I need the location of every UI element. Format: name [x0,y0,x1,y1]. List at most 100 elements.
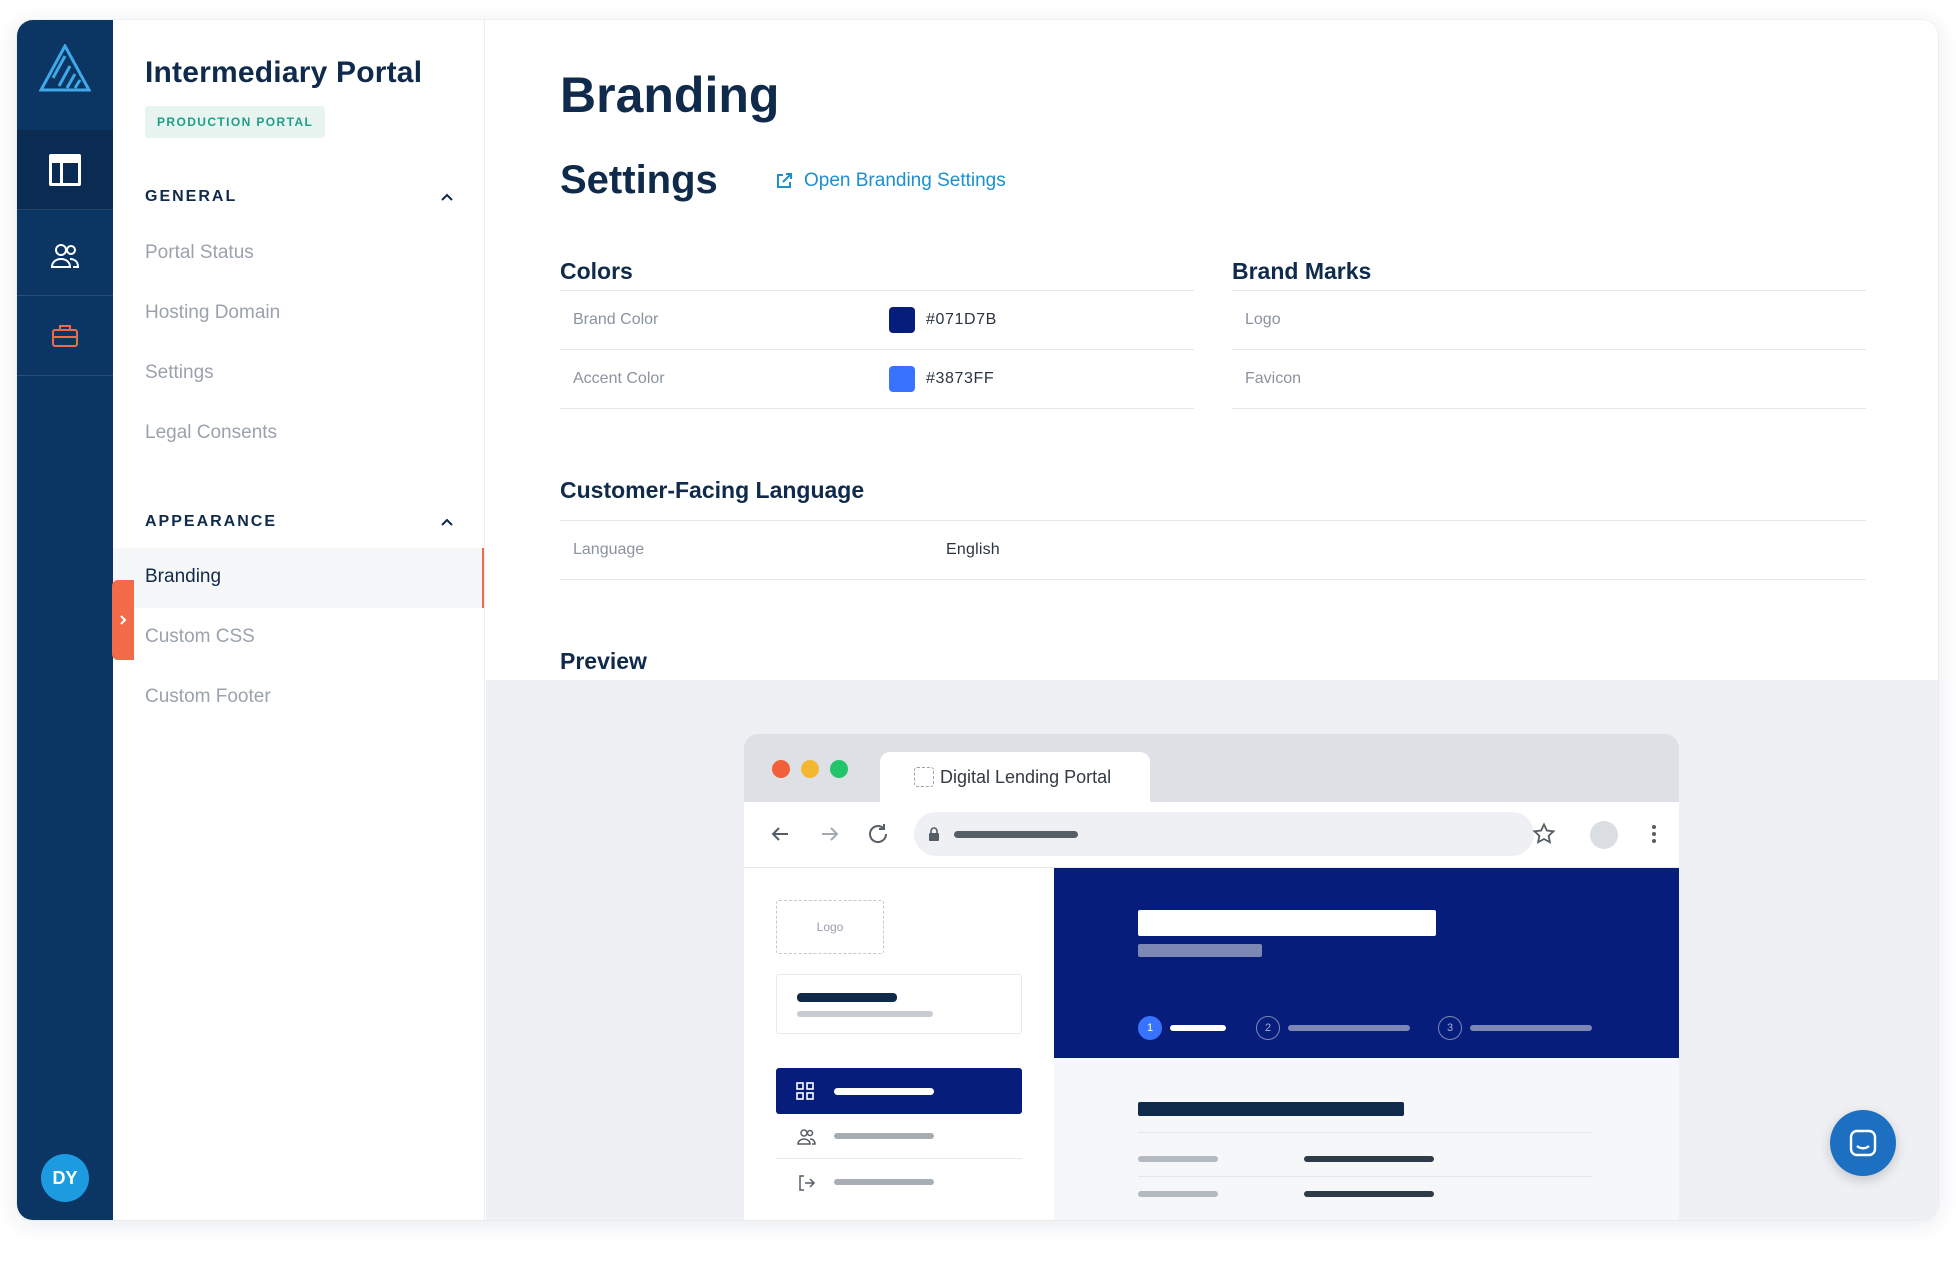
preview-nav-item [776,1114,1022,1159]
browser-mockup: Digital Lending Portal Logo 1 2 3 [744,734,1679,1220]
sidebar-collapse-toggle[interactable] [112,580,134,660]
table-row: Logo [1232,291,1866,350]
browser-tab-title: Digital Lending Portal [940,766,1112,787]
placeholder-bar [834,1088,934,1095]
chevron-up-icon [441,193,453,201]
briefcase-icon [52,324,78,347]
page-title: Branding [560,67,780,123]
logo-label: Logo [1245,311,1281,328]
placeholder-bar [834,1179,934,1185]
users-icon [797,1129,816,1145]
brand-color-hex: #071D7B [926,311,997,328]
preview-sidebar: Logo [744,868,1054,1220]
brand-marks-table: Logo Favicon [1232,290,1866,409]
rail-item-users[interactable] [17,216,113,296]
back-arrow-icon [771,827,788,841]
placeholder-bar [1138,1156,1218,1162]
language-label: Language [573,541,645,558]
brand-color-value[interactable]: #071D7B [889,307,997,333]
sidebar-item-custom-css[interactable]: Custom CSS [145,626,255,648]
forward-arrow-icon [822,827,839,841]
accent-color-label: Accent Color [573,370,665,387]
chat-button[interactable] [1830,1110,1896,1176]
rail-item-layout[interactable] [17,130,113,210]
placeholder-bar [797,1011,933,1017]
lock-icon [929,827,939,841]
grid-icon [796,1082,814,1100]
star-icon [1532,822,1556,845]
placeholder-bar [1138,1191,1218,1197]
section-general-header[interactable]: GENERAL [145,188,455,206]
settings-heading: Settings [560,158,718,202]
brand-marks-heading: Brand Marks [1232,258,1372,284]
language-heading: Customer-Facing Language [560,477,865,503]
language-value[interactable]: English [946,541,1000,559]
sidebar-item-branding[interactable]: Branding [145,566,221,588]
logo-icon[interactable] [38,42,92,94]
accent-color-value[interactable]: #3873FF [889,366,994,392]
preview-hero: 1 2 3 [1054,868,1679,1058]
colors-heading: Colors [560,258,633,284]
preview-card [776,974,1022,1034]
placeholder-bar [1170,1025,1226,1031]
colors-table: Brand Color #071D7B Accent Color #3873FF [560,290,1194,409]
accent-color-hex: #3873FF [926,370,995,387]
preview-nav-item [776,1160,1022,1205]
sidebar-item-legal-consents[interactable]: Legal Consents [145,422,277,444]
step-indicator: 1 [1138,1016,1162,1040]
placeholder-bar [1288,1025,1410,1031]
rail-item-briefcase[interactable] [17,296,113,376]
favicon-placeholder-icon [914,767,934,787]
profile-placeholder [1590,821,1618,849]
browser-titlebar: Digital Lending Portal [744,734,1679,802]
step-indicator: 3 [1438,1016,1462,1040]
divider [1138,1132,1592,1133]
icon-rail: DY [17,20,113,1220]
reload-icon [869,824,888,843]
url-placeholder [954,831,1078,838]
sidebar-item-settings[interactable]: Settings [145,362,214,384]
preview-heading: Preview [560,648,647,674]
placeholder-bar [797,993,897,1002]
chat-icon [1849,1129,1877,1157]
preview-main: 1 2 3 [1054,868,1679,1220]
minimize-dot-icon [801,760,819,778]
sidebar-item-custom-footer[interactable]: Custom Footer [145,686,271,708]
external-link-icon [777,173,792,188]
placeholder-bar [834,1133,934,1139]
open-branding-settings-link[interactable]: Open Branding Settings [774,170,1006,192]
sidebar-item-portal-status[interactable]: Portal Status [145,242,254,264]
table-row: Accent Color #3873FF [560,350,1194,409]
divider [1138,1176,1592,1177]
section-appearance-header[interactable]: APPEARANCE [145,513,455,531]
table-row: Favicon [1232,350,1866,409]
chevron-up-icon [441,518,453,526]
logout-icon [799,1175,816,1191]
language-table: Language English [560,520,1866,580]
placeholder-bar [1470,1025,1592,1031]
open-link-label: Open Branding Settings [804,170,1006,191]
preview-nav-active [776,1068,1022,1114]
browser-tab: Digital Lending Portal [880,752,1150,802]
brand-color-swatch [889,307,915,333]
users-icon [50,243,80,268]
accent-color-swatch [889,366,915,392]
layout-icon [49,153,81,186]
maximize-dot-icon [830,760,848,778]
placeholder-bar [1304,1156,1434,1162]
placeholder-bar [1138,910,1436,936]
preview-logo-placeholder: Logo [776,900,884,954]
preview-area: Digital Lending Portal Logo 1 2 3 [486,680,1938,1220]
close-dot-icon [772,760,790,778]
browser-nav-bar [744,802,1679,868]
section-appearance-label: APPEARANCE [145,513,278,530]
avatar[interactable]: DY [41,1154,89,1202]
url-bar [914,812,1534,856]
brand-color-label: Brand Color [573,311,659,328]
environment-badge: PRODUCTION PORTAL [145,106,326,138]
settings-sidebar: Intermediary Portal PRODUCTION PORTAL GE… [113,20,485,1220]
chevron-right-icon [120,615,127,625]
sidebar-item-hosting-domain[interactable]: Hosting Domain [145,302,280,324]
placeholder-bar [1138,1102,1404,1116]
more-vertical-icon [1652,825,1656,843]
